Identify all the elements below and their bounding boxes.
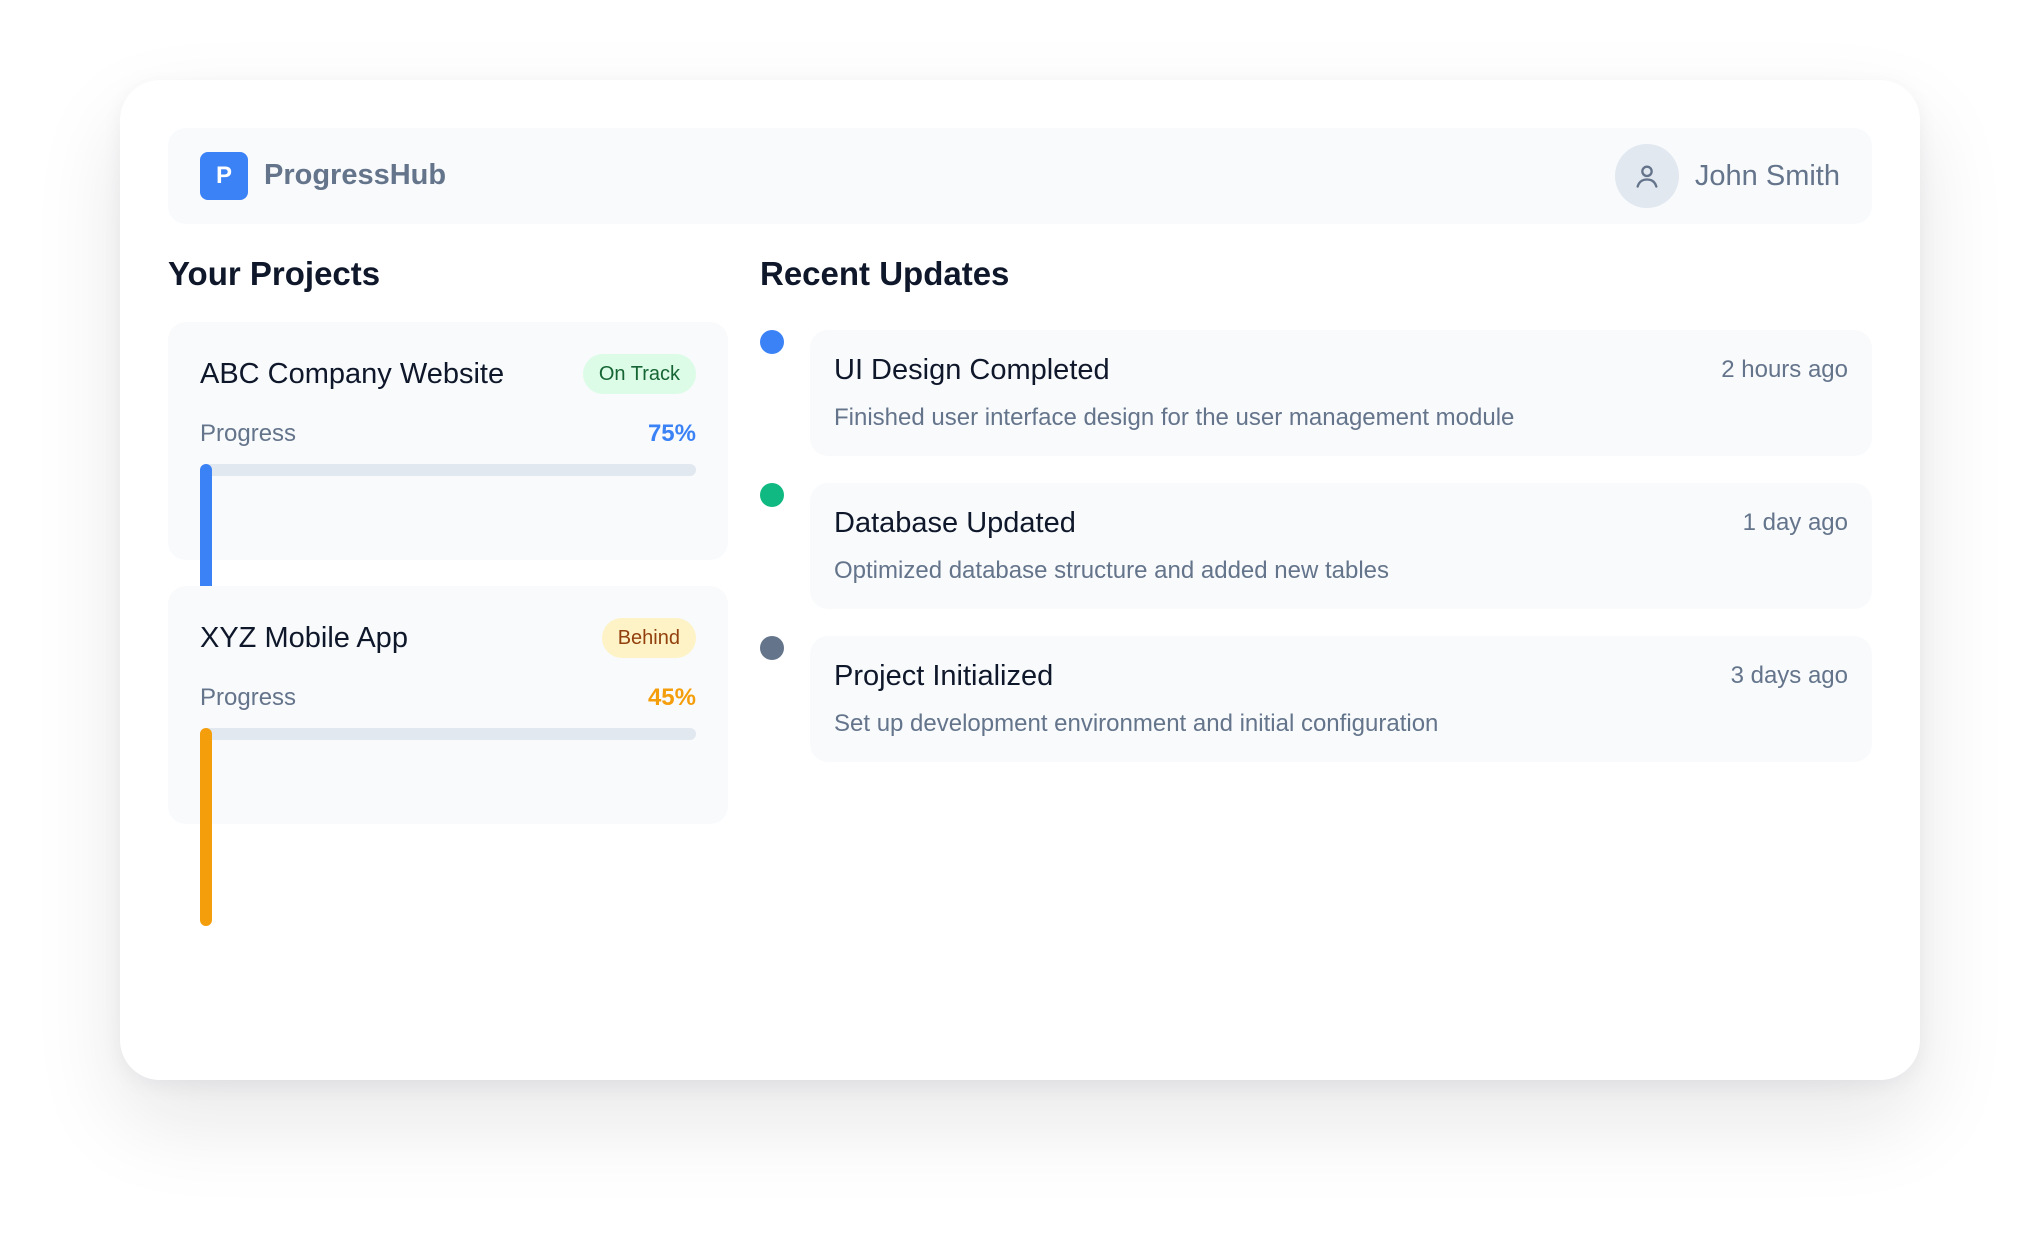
update-time: 1 day ago [1742, 509, 1848, 536]
user-menu[interactable]: John Smith [1614, 144, 1840, 208]
update-time: 2 hours ago [1721, 356, 1848, 383]
progress-value: 45% [647, 684, 696, 711]
project-card[interactable]: ABC Company Website On Track Progress 75… [168, 322, 728, 794]
update-time: 3 days ago [1730, 662, 1848, 689]
progress-label: Progress [200, 684, 297, 711]
update-description: Optimized database structure and added n… [834, 557, 1390, 584]
update-card[interactable]: Project Initialized 3 days ago Set up de… [810, 636, 1872, 762]
update-description: Finished user interface design for the u… [834, 404, 1515, 431]
progress-label: Progress [200, 420, 297, 447]
app-name: ProgressHub [264, 159, 447, 191]
update-title: UI Design Completed [834, 354, 1110, 386]
update-card[interactable]: UI Design Completed 2 hours ago Finished… [810, 330, 1872, 456]
status-badge: Behind [601, 618, 696, 658]
progress-track [200, 464, 696, 476]
progress-fill [200, 728, 212, 926]
app-logo[interactable]: P [200, 152, 248, 200]
updates-heading: Recent Updates [760, 255, 1010, 292]
update-title: Project Initialized [834, 660, 1054, 692]
dashboard-panel: P ProgressHub John Smith Your Projects R… [120, 80, 1920, 1080]
project-card[interactable]: XYZ Mobile App Behind Progress 45% [168, 586, 728, 926]
update-card[interactable]: Database Updated 1 day ago Optimized dat… [810, 483, 1872, 609]
projects-heading: Your Projects [168, 255, 381, 292]
timeline-dot [760, 483, 784, 507]
project-name: ABC Company Website [200, 358, 505, 390]
project-name: XYZ Mobile App [200, 622, 408, 654]
timeline-dot [760, 636, 784, 660]
update-title: Database Updated [834, 507, 1076, 539]
status-badge: On Track [582, 354, 696, 394]
stage: P ProgressHub John Smith Your Projects R… [0, 0, 2040, 1240]
user-icon [1636, 165, 1658, 188]
progress-value: 75% [647, 420, 696, 447]
progress-track [200, 728, 696, 740]
top-bar: P ProgressHub John Smith [168, 128, 1872, 224]
avatar[interactable] [1614, 144, 1679, 208]
user-name: John Smith [1694, 159, 1840, 192]
timeline-dot [760, 330, 784, 354]
update-description: Set up development environment and initi… [834, 710, 1439, 737]
